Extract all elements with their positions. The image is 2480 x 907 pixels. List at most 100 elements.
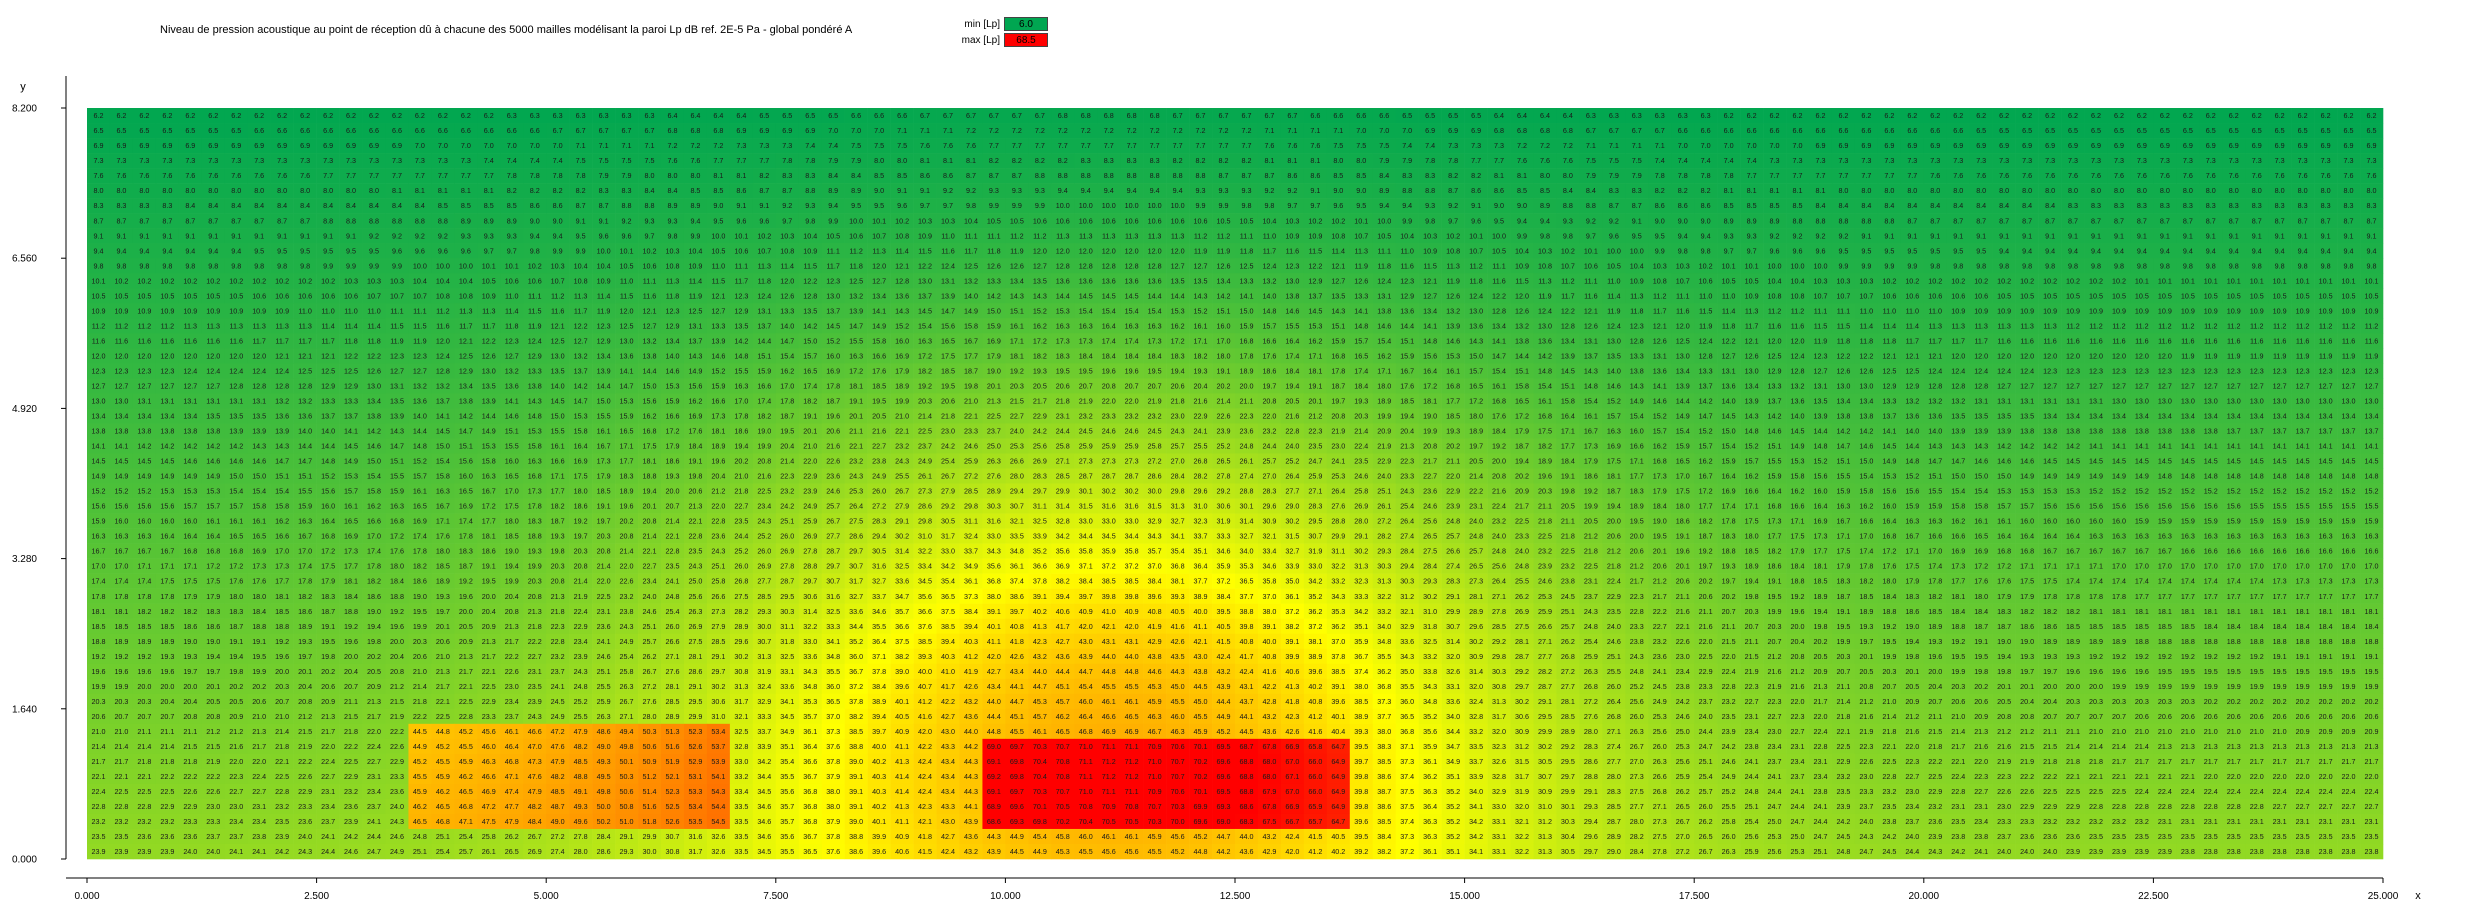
cell-label: 9.1 <box>2321 231 2331 240</box>
cell-label: 13.0 <box>826 291 840 300</box>
cell-label: 14.7 <box>459 427 473 436</box>
cell-label: 13.6 <box>413 396 427 405</box>
cell-label: 13.0 <box>367 381 381 390</box>
cell-label: 13.7 <box>344 412 358 421</box>
cell-label: 7.9 <box>599 171 609 180</box>
cell-label: 7.2 <box>713 141 723 150</box>
cell-label: 21.6 <box>872 427 886 436</box>
cell-label: 7.3 <box>2252 156 2262 165</box>
cell-label: 14.9 <box>183 472 197 481</box>
cell-label: 11.5 <box>528 306 541 315</box>
cell-label: 10.9 <box>1974 306 1988 315</box>
cell-label: 8.4 <box>1563 186 1573 195</box>
cell-label: 14.7 <box>390 442 404 451</box>
cell-label: 13.2 <box>849 291 863 300</box>
cell-label: 15.9 <box>1400 351 1414 360</box>
cell-label: 13.5 <box>734 321 748 330</box>
cell-label: 9.4 <box>2045 246 2055 255</box>
cell-label: 7.9 <box>1379 156 1389 165</box>
cell-label: 10.9 <box>1630 276 1644 285</box>
cell-label: 14.5 <box>1791 427 1805 436</box>
cell-label: 26.1 <box>918 472 932 481</box>
cell-label: 14.3 <box>688 351 702 360</box>
cell-label: 8.3 <box>2206 201 2216 210</box>
cell-label: 11.3 <box>298 321 311 330</box>
cell-label: 14.2 <box>1768 412 1782 421</box>
cell-label: 7.7 <box>1081 141 1091 150</box>
cell-label: 12.3 <box>2365 366 2379 375</box>
cell-label: 19.2 <box>1492 442 1506 451</box>
cell-label: 12.4 <box>183 366 197 375</box>
cell-label: 13.1 <box>1584 336 1598 345</box>
cell-label: 23.0 <box>1331 442 1345 451</box>
cell-label: 23.5 <box>1308 442 1322 451</box>
cell-label: 13.6 <box>1079 276 1093 285</box>
cell-label: 11.0 <box>1400 246 1413 255</box>
cell-label: 6.2 <box>2068 111 2078 120</box>
cell-label: 18.2 <box>757 412 771 421</box>
cell-label: 9.1 <box>2183 231 2193 240</box>
cell-label: 8.7 <box>139 216 149 225</box>
cell-label: 19.3 <box>1194 366 1208 375</box>
cell-label: 11.8 <box>367 336 380 345</box>
cell-label: 15.4 <box>1538 381 1552 390</box>
cell-label: 11.6 <box>2204 336 2217 345</box>
cell-label: 17.3 <box>1148 336 1162 345</box>
cell-label: 15.3 <box>574 412 588 421</box>
cell-label: 11.1 <box>1492 261 1505 270</box>
cell-label: 20.7 <box>1148 381 1162 390</box>
cell-label: 11.3 <box>1355 246 1368 255</box>
cell-label: 11.7 <box>735 276 748 285</box>
cell-label: 6.6 <box>346 126 356 135</box>
cell-label: 9.5 <box>851 201 861 210</box>
cell-label: 14.2 <box>1217 291 1231 300</box>
cell-label: 6.9 <box>93 141 103 150</box>
cell-label: 8.9 <box>690 201 700 210</box>
cell-label: 7.0 <box>484 141 494 150</box>
cell-label: 8.4 <box>231 201 241 210</box>
cell-label: 13.7 <box>2342 427 2356 436</box>
cell-label: 10.4 <box>436 276 450 285</box>
cell-label: 13.7 <box>826 306 840 315</box>
cell-label: 6.5 <box>2275 126 2285 135</box>
cell-label: 8.4 <box>2045 201 2055 210</box>
cell-label: 19.6 <box>826 412 840 421</box>
cell-label: 17.7 <box>620 457 634 466</box>
cell-label: 7.6 <box>1540 156 1550 165</box>
cell-label: 6.6 <box>277 126 287 135</box>
cell-label: 15.8 <box>528 442 542 451</box>
cell-label: 8.7 <box>231 216 241 225</box>
cell-label: 7.3 <box>2091 156 2101 165</box>
cell-label: 10.2 <box>1882 276 1896 285</box>
cell-label: 9.0 <box>1494 201 1504 210</box>
cell-label: 6.9 <box>2091 141 2101 150</box>
cell-label: 16.5 <box>620 427 634 436</box>
cell-label: 23.0 <box>1171 412 1185 421</box>
cell-label: 12.0 <box>436 336 450 345</box>
cell-label: 18.3 <box>1056 351 1070 360</box>
cell-label: 7.2 <box>1219 126 1229 135</box>
cell-label: 9.8 <box>966 201 976 210</box>
cell-label: 11.4 <box>1722 306 1735 315</box>
cell-label: 18.2 <box>803 396 817 405</box>
cell-label: 8.8 <box>1563 201 1573 210</box>
cell-label: 13.2 <box>505 366 519 375</box>
cell-label: 10.0 <box>1791 261 1805 270</box>
cell-label: 25.0 <box>987 442 1001 451</box>
cell-label: 7.3 <box>300 156 310 165</box>
cell-label: 15.1 <box>1331 321 1345 330</box>
cell-label: 14.2 <box>987 291 1001 300</box>
cell-label: 8.3 <box>1104 156 1114 165</box>
cell-label: 11.6 <box>941 246 954 255</box>
cell-label: 20.2 <box>1515 472 1529 481</box>
cell-label: 24.8 <box>1239 442 1253 451</box>
cell-label: 14.6 <box>367 442 381 451</box>
cell-label: 7.6 <box>943 141 953 150</box>
cell-label: 10.2 <box>757 231 771 240</box>
cell-label: 24.3 <box>1171 427 1185 436</box>
cell-label: 23.9 <box>1217 427 1231 436</box>
cell-label: 14.2 <box>229 442 243 451</box>
cell-label: 26.1 <box>1239 457 1253 466</box>
cell-label: 14.9 <box>2066 472 2080 481</box>
cell-label: 10.3 <box>780 231 794 240</box>
